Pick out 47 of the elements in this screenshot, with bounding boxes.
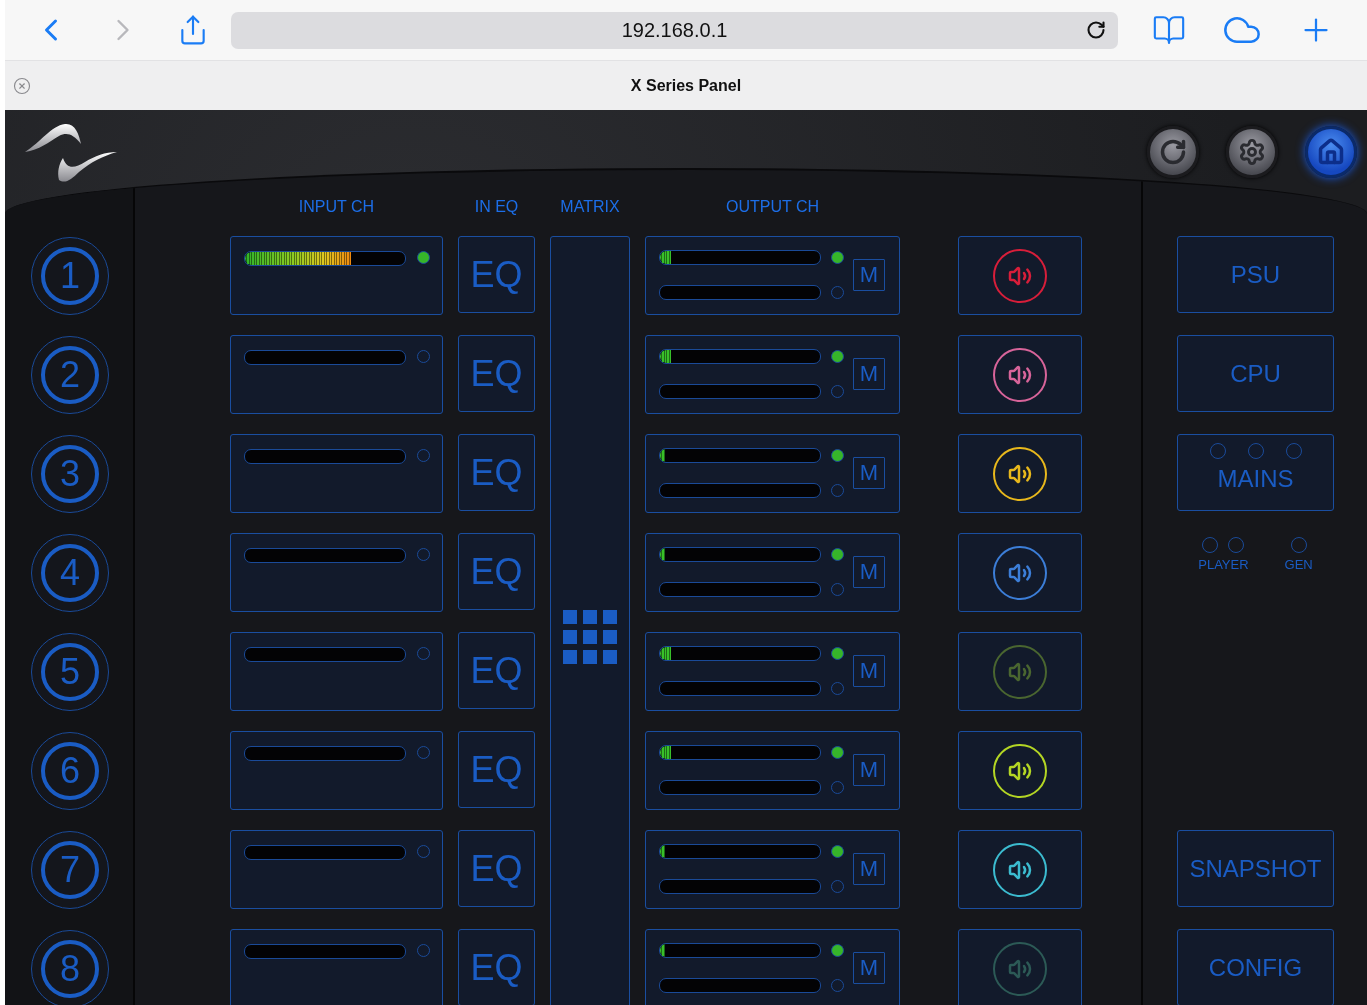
bookmarks-button[interactable]: [1152, 13, 1186, 47]
column-header: OUTPUT CH: [725, 198, 819, 216]
status-button[interactable]: PSU: [1177, 236, 1334, 313]
indicator-label: PLAYER: [1198, 557, 1249, 572]
mute-button[interactable]: M: [853, 853, 885, 885]
tab-title: X Series Panel: [629, 76, 743, 95]
mute-button[interactable]: M: [853, 655, 885, 687]
home-icon: [1317, 138, 1345, 166]
speaker-button[interactable]: [958, 434, 1082, 513]
snapshot-button[interactable]: SNAPSHOT: [1177, 830, 1334, 907]
mute-button[interactable]: M: [853, 457, 885, 489]
indicator-label: GEN: [1284, 557, 1313, 572]
mute-button[interactable]: M: [853, 952, 885, 984]
book-icon: [1152, 13, 1186, 47]
settings-button[interactable]: [1226, 126, 1278, 178]
home-button[interactable]: [1305, 126, 1357, 178]
address-field[interactable]: 192.168.0.1: [231, 11, 1118, 49]
close-icon: [13, 76, 31, 95]
speaker-button[interactable]: [958, 533, 1082, 612]
mute-button[interactable]: M: [853, 358, 885, 390]
eq-button[interactable]: EQ: [458, 830, 535, 907]
column-header: MATRIX: [560, 198, 620, 216]
eq-button[interactable]: EQ: [458, 533, 535, 610]
mute-button[interactable]: M: [853, 754, 885, 786]
eq-button[interactable]: EQ: [458, 929, 535, 1005]
eq-button[interactable]: EQ: [458, 236, 535, 313]
grid-icon: [563, 610, 617, 664]
eq-button[interactable]: EQ: [458, 335, 535, 412]
column-header: INPUT CH: [298, 198, 375, 216]
config-button[interactable]: CONFIG: [1177, 929, 1334, 1005]
eq-button[interactable]: EQ: [458, 632, 535, 709]
speaker-button[interactable]: [958, 731, 1082, 810]
speaker-button[interactable]: [958, 830, 1082, 909]
mute-button[interactable]: M: [853, 259, 885, 291]
reload-button[interactable]: [1147, 126, 1199, 178]
reload-icon[interactable]: [1086, 20, 1106, 40]
column-header: IN EQ: [474, 198, 519, 216]
reload-icon: [1159, 138, 1187, 166]
speaker-button[interactable]: [958, 335, 1082, 414]
matrix-button[interactable]: [550, 236, 630, 1005]
mute-button[interactable]: M: [853, 556, 885, 588]
eq-button[interactable]: EQ: [458, 731, 535, 808]
eq-button[interactable]: EQ: [458, 434, 535, 511]
status-button[interactable]: CPU: [1177, 335, 1334, 412]
mains-panel[interactable]: MAINS: [1177, 434, 1334, 511]
settings-icon: [1238, 138, 1266, 166]
mains-label: MAINS: [1217, 465, 1294, 493]
